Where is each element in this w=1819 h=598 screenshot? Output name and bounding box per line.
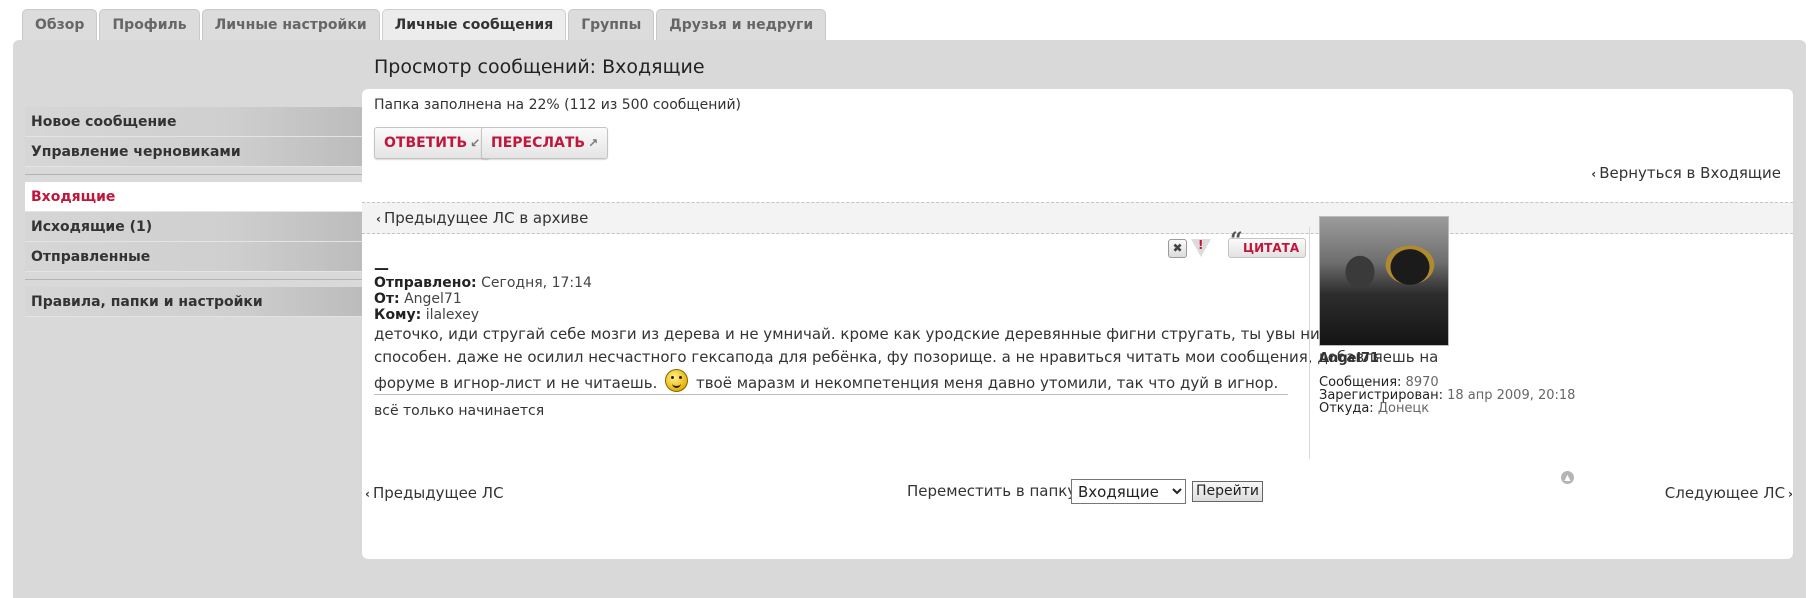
page-title: Просмотр сообщений: Входящие [374,56,705,78]
prev-pm-link[interactable]: ‹ Предыдущее ЛС [365,484,504,502]
sent-label: Отправлено: [374,275,477,291]
reply-button[interactable]: ОТВЕТИТЬ ↙ [374,127,491,159]
message-signature: всё только начинается [374,403,545,419]
quote-icon: “ [1230,228,1243,254]
message-meta: Отправлено: Сегодня, 17:14 От: Angel71 К… [374,275,592,323]
tab-friends-foes[interactable]: Друзья и недруги [656,9,827,40]
location-value: Донецк [1377,401,1430,416]
author-info: Сообщения: 8970 Зарегистрирован: 18 апр … [1319,376,1575,415]
next-pm-link[interactable]: Следующее ЛС › [1665,484,1793,502]
registered-value: 18 апр 2009, 20:18 [1447,388,1576,403]
forward-arrow-icon: ↗ [588,136,599,150]
forward-button-label: ПЕРЕСЛАТЬ [491,135,586,151]
author-username[interactable]: Angel71 [1319,351,1379,366]
profile-divider [1309,227,1310,459]
chevron-right-icon: › [1788,487,1793,501]
from-label: От: [374,291,400,307]
chevron-left-icon: ‹ [365,487,370,501]
sidebar-item-rules-folders-settings[interactable]: Правила, папки и настройки [25,287,362,317]
sent-value: Сегодня, 17:14 [481,275,592,291]
forward-button[interactable]: ПЕРЕСЛАТЬ ↗ [481,127,609,159]
sidebar-item-new-message[interactable]: Новое сообщение [25,107,362,137]
location-label: Откуда: [1319,401,1374,416]
tab-groups[interactable]: Группы [568,9,655,40]
prev-pm-label: Предыдущее ЛС [372,484,504,502]
smiley-icon [665,369,689,392]
report-exclamation: ! [1198,238,1204,252]
message-body: деточко, иди стругай себе мозги из дерев… [374,323,1446,395]
avatar[interactable] [1319,216,1449,346]
next-pm-label: Следующее ЛС [1664,484,1786,502]
tab-overview[interactable]: Обзор [22,9,98,40]
sidebar-item-drafts[interactable]: Управление черновиками [25,137,362,167]
reply-button-label: ОТВЕТИТЬ [384,135,468,151]
folder-usage-text: Папка заполнена на 22% (112 из 500 сообщ… [374,97,742,113]
chevron-left-icon: ‹ [376,212,381,226]
prev-in-archive-link[interactable]: ‹ Предыдущее ЛС в архиве [376,209,588,227]
back-to-inbox-link[interactable]: ‹ Вернуться в Входящие [1591,164,1781,182]
sidebar-divider [25,174,362,175]
folder-select[interactable]: Входящие [1071,479,1186,504]
sidebar-item-outbox[interactable]: Исходящие (1) [25,212,362,242]
signature-divider [374,394,1288,395]
message-sent: Отправлено: Сегодня, 17:14 [374,275,592,291]
delete-icon[interactable]: ✖ [1168,239,1187,258]
message-from: От: Angel71 [374,291,592,307]
chevron-left-icon: ‹ [1591,167,1597,181]
prev-in-archive-bar: ‹ Предыдущее ЛС в архиве [362,202,1793,234]
report-icon[interactable]: ! [1191,238,1211,257]
to-value[interactable]: ilalexey [426,307,479,323]
message-to: Кому: ilalexey [374,307,592,323]
back-to-inbox-label: Вернуться в Входящие [1599,164,1781,182]
prev-in-archive-label: Предыдущее ЛС в архиве [383,209,589,227]
sidebar-item-sent[interactable]: Отправленные [25,242,362,272]
sidebar-divider [25,279,362,280]
tab-profile[interactable]: Профиль [99,9,200,40]
message-body-text-2: твоё маразм и некомпетенция меня давно у… [695,374,1279,392]
tab-private-messages[interactable]: Личные сообщения [381,9,567,40]
move-to-folder-label: Переместить в папку: [907,482,1082,500]
to-label: Кому: [374,307,422,323]
profile-tabs: Обзор Профиль Личные настройки Личные со… [22,9,828,40]
sidebar-item-inbox[interactable]: Входящие [25,182,362,212]
sidebar: Новое сообщение Управление черновиками В… [25,107,362,317]
go-button[interactable]: Перейти [1192,481,1263,502]
tab-preferences[interactable]: Личные настройки [201,9,380,40]
quote-button[interactable]: “ЦИТАТА [1228,230,1307,258]
reply-arrow-icon: ↙ [470,136,481,150]
back-top-icon[interactable]: ▲ [1561,471,1574,484]
from-value[interactable]: Angel71 [404,291,462,307]
quote-button-label: ЦИТАТА [1243,241,1300,255]
